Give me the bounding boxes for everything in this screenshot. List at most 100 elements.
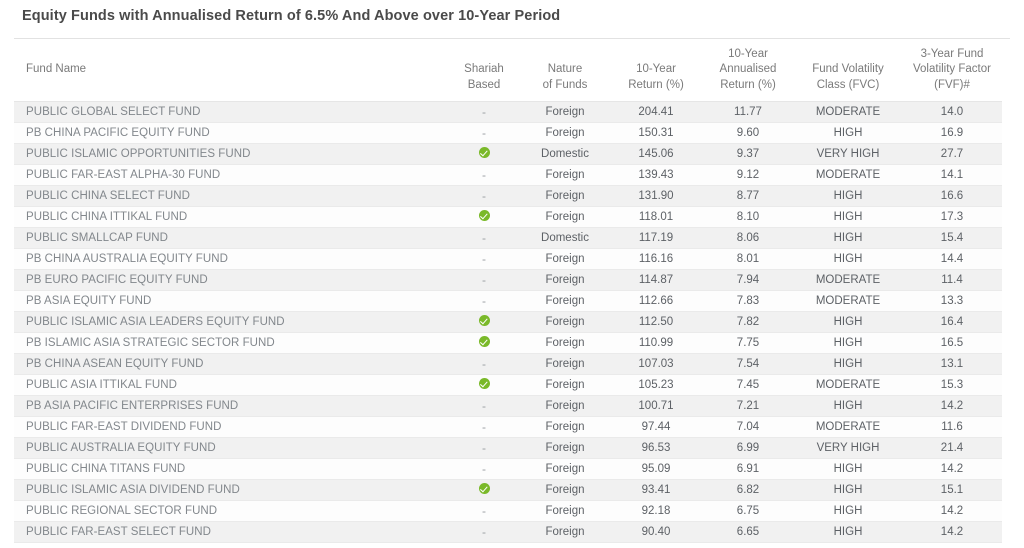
cell-fund-name: PB EURO PACIFIC EQUITY FUND	[14, 269, 448, 291]
fvf-header-line1: 3-Year Fund	[920, 48, 984, 60]
dash-placeholder: -	[482, 251, 486, 266]
cell-10-year-return: 139.43	[610, 164, 702, 186]
table-row[interactable]: PB CHINA ASEAN EQUITY FUND - Foreign 107.03…	[14, 353, 1002, 375]
cell-shariah-based: -	[448, 521, 520, 543]
cell-nature-of-funds: Foreign	[520, 248, 610, 270]
column-header-10-year-return[interactable]: 10-Year Return (%)	[610, 41, 702, 102]
cell-fund-volatility-class: MODERATE	[794, 290, 902, 312]
table-row[interactable]: PUBLIC REGIONAL SECTOR FUND - Foreign 92.18…	[14, 500, 1002, 522]
cell-nature-of-funds: Domestic	[520, 143, 610, 165]
table-row[interactable]: PUBLIC ISLAMIC ASIA DIVIDEND FUND Foreign…	[14, 479, 1002, 501]
cell-nature-of-funds: Domestic	[520, 227, 610, 249]
column-header-nature-of-funds[interactable]: Nature of Funds	[520, 41, 610, 102]
table-row[interactable]: PUBLIC SMALLCAP FUND - Domestic 117.19 8.06 H…	[14, 227, 1002, 249]
cell-nature-of-funds: Foreign	[520, 416, 610, 438]
dash-placeholder: -	[482, 125, 486, 140]
cell-10-year-return: 114.87	[610, 269, 702, 291]
table-row[interactable]: PUBLIC FAR-EAST ALPHA-30 FUND - Foreign 139…	[14, 164, 1002, 186]
cell-fund-name: PB ASIA EQUITY FUND	[14, 290, 448, 312]
cell-10-year-annualised-return: 7.54	[702, 353, 794, 375]
cell-3-year-fund-volatility-factor: 14.4	[902, 248, 1002, 270]
table-body: PUBLIC GLOBAL SELECT FUND - Foreign 204.41 1…	[14, 101, 1002, 543]
cell-10-year-return: 90.40	[610, 521, 702, 543]
column-header-3-year-fund-volatility-factor[interactable]: 3-Year Fund Volatility Factor (FVF)#	[902, 41, 1002, 102]
cell-10-year-return: 97.44	[610, 416, 702, 438]
cell-nature-of-funds: Foreign	[520, 164, 610, 186]
cell-nature-of-funds: Foreign	[520, 206, 610, 228]
cell-fund-name: PUBLIC CHINA TITANS FUND	[14, 458, 448, 480]
cell-10-year-annualised-return: 9.12	[702, 164, 794, 186]
cell-fund-volatility-class: HIGH	[794, 122, 902, 144]
dash-placeholder: -	[482, 188, 486, 203]
table-row[interactable]: PUBLIC ISLAMIC OPPORTUNITIES FUND Domesti…	[14, 143, 1002, 165]
column-header-shariah-based[interactable]: Shariah Based	[448, 41, 520, 102]
cell-3-year-fund-volatility-factor: 15.1	[902, 479, 1002, 501]
dash-placeholder: -	[482, 398, 486, 413]
cell-nature-of-funds: Foreign	[520, 500, 610, 522]
cell-3-year-fund-volatility-factor: 17.3	[902, 206, 1002, 228]
cell-nature-of-funds: Foreign	[520, 353, 610, 375]
table-row[interactable]: PUBLIC FAR-EAST SELECT FUND - Foreign 90.40…	[14, 521, 1002, 543]
cell-3-year-fund-volatility-factor: 16.6	[902, 185, 1002, 207]
table-row[interactable]: PB CHINA PACIFIC EQUITY FUND - Foreign 150.…	[14, 122, 1002, 144]
cell-10-year-annualised-return: 6.99	[702, 437, 794, 459]
column-header-fund-name[interactable]: Fund Name	[14, 41, 448, 102]
cell-shariah-based: -	[448, 416, 520, 438]
table-row[interactable]: PB CHINA AUSTRALIA EQUITY FUND - Foreign 11…	[14, 248, 1002, 270]
cell-3-year-fund-volatility-factor: 14.0	[902, 101, 1002, 123]
cell-fund-name: PUBLIC ISLAMIC OPPORTUNITIES FUND	[14, 143, 448, 165]
column-header-10-year-annualised-return[interactable]: 10-Year Annualised Return (%)	[702, 41, 794, 102]
table-row[interactable]: PB ISLAMIC ASIA STRATEGIC SECTOR FUND For…	[14, 332, 1002, 354]
cell-shariah-based: -	[448, 290, 520, 312]
cell-fund-volatility-class: HIGH	[794, 227, 902, 249]
cell-nature-of-funds: Foreign	[520, 521, 610, 543]
cell-fund-volatility-class: HIGH	[794, 311, 902, 333]
cell-10-year-return: 117.19	[610, 227, 702, 249]
table-row[interactable]: PUBLIC GLOBAL SELECT FUND - Foreign 204.41 1…	[14, 101, 1002, 123]
cell-10-year-annualised-return: 6.75	[702, 500, 794, 522]
table-row[interactable]: PUBLIC ASIA ITTIKAL FUND Foreign 105.23 7.4…	[14, 374, 1002, 396]
cell-shariah-based: -	[448, 248, 520, 270]
cell-fund-name: PUBLIC ISLAMIC ASIA DIVIDEND FUND	[14, 479, 448, 501]
cell-10-year-return: 112.50	[610, 311, 702, 333]
dash-placeholder: -	[482, 461, 486, 476]
cell-10-year-return: 118.01	[610, 206, 702, 228]
cell-3-year-fund-volatility-factor: 15.3	[902, 374, 1002, 396]
cell-10-year-annualised-return: 9.60	[702, 122, 794, 144]
cell-10-year-annualised-return: 11.77	[702, 101, 794, 123]
table-row[interactable]: PUBLIC CHINA ITTIKAL FUND Foreign 118.01 8.…	[14, 206, 1002, 228]
cell-shariah-based	[448, 311, 520, 333]
cell-nature-of-funds: Foreign	[520, 290, 610, 312]
table-row[interactable]: PB ASIA PACIFIC ENTERPRISES FUND - Foreign…	[14, 395, 1002, 417]
table-row[interactable]: PUBLIC FAR-EAST DIVIDEND FUND - Foreign 97.…	[14, 416, 1002, 438]
column-header-fund-volatility-class[interactable]: Fund Volatility Class (FVC)	[794, 41, 902, 102]
cell-10-year-return: 110.99	[610, 332, 702, 354]
cell-10-year-annualised-return: 8.01	[702, 248, 794, 270]
nature-header-line1: Nature	[547, 63, 583, 76]
cell-fund-name: PB ASIA PACIFIC ENTERPRISES FUND	[14, 395, 448, 417]
cell-fund-volatility-class: HIGH	[794, 248, 902, 270]
table-row[interactable]: PUBLIC ISLAMIC ASIA LEADERS EQUITY FUND F…	[14, 311, 1002, 333]
cell-fund-name: PB ISLAMIC ASIA STRATEGIC SECTOR FUND	[14, 332, 448, 354]
table-row[interactable]: PB EURO PACIFIC EQUITY FUND - Foreign 114.8…	[14, 269, 1002, 291]
cell-10-year-return: 116.16	[610, 248, 702, 270]
table-row[interactable]: PUBLIC CHINA TITANS FUND - Foreign 95.09 6.9…	[14, 458, 1002, 480]
cell-fund-name: PB CHINA AUSTRALIA EQUITY FUND	[14, 248, 448, 270]
table-row[interactable]: PB ASIA EQUITY FUND - Foreign 112.66 7.83 MOD…	[14, 290, 1002, 312]
ret10-header-line1: 10-Year	[636, 63, 676, 76]
dash-placeholder: -	[482, 356, 486, 371]
cell-fund-volatility-class: MODERATE	[794, 101, 902, 123]
table-row[interactable]: PUBLIC CHINA SELECT FUND - Foreign 131.90 8.…	[14, 185, 1002, 207]
check-circle-icon	[478, 315, 490, 327]
cell-nature-of-funds: Foreign	[520, 479, 610, 501]
fvf-header-line3: (FVF)#	[934, 78, 970, 91]
cell-10-year-return: 96.53	[610, 437, 702, 459]
cell-fund-name: PUBLIC FAR-EAST SELECT FUND	[14, 521, 448, 543]
cell-10-year-annualised-return: 7.75	[702, 332, 794, 354]
cell-nature-of-funds: Foreign	[520, 185, 610, 207]
cell-3-year-fund-volatility-factor: 27.7	[902, 143, 1002, 165]
cell-shariah-based: -	[448, 458, 520, 480]
cell-fund-name: PUBLIC ISLAMIC ASIA LEADERS EQUITY FUND	[14, 311, 448, 333]
cell-shariah-based	[448, 143, 520, 165]
table-row[interactable]: PUBLIC AUSTRALIA EQUITY FUND - Foreign 96.5…	[14, 437, 1002, 459]
